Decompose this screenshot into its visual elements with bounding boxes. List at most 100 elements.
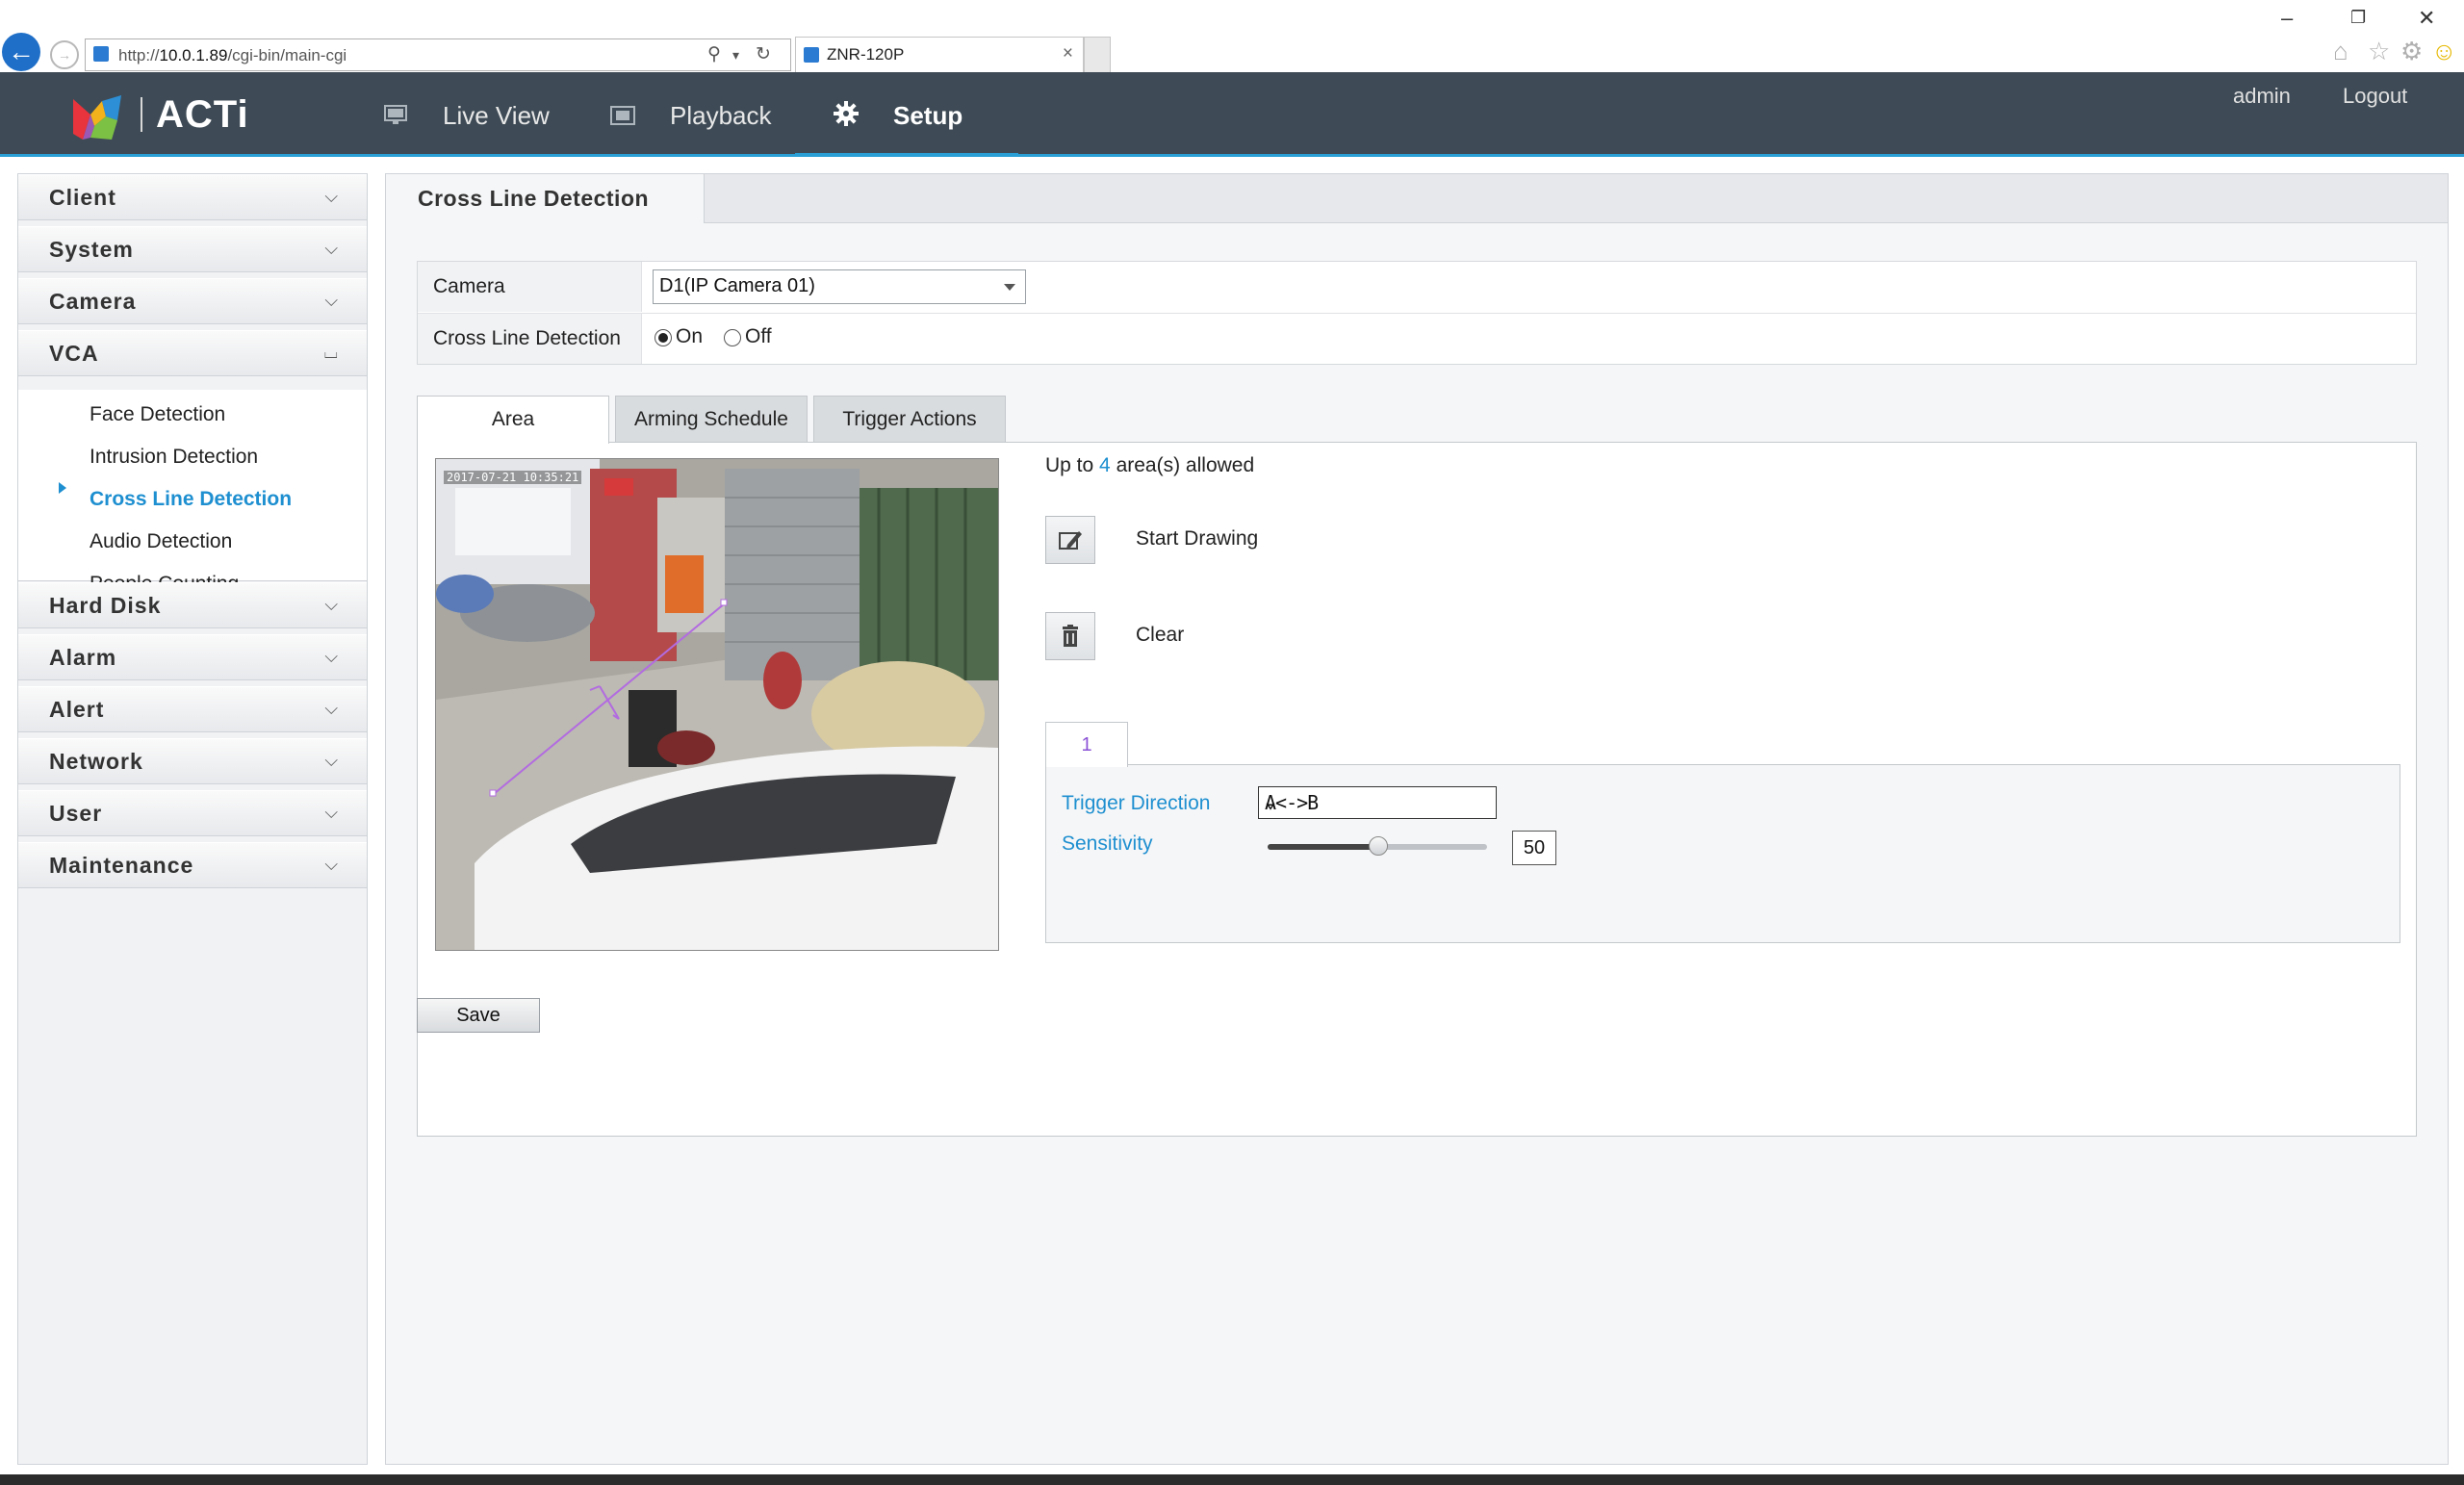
video-timestamp: 2017-07-21 10:35:21: [444, 471, 582, 484]
sidebar-group-maintenance[interactable]: Maintenance ⌵: [18, 842, 367, 888]
area-tab-panel: 2017-07-21 10:35:21 Up to 4 area(s) allo…: [417, 442, 2417, 1137]
area-limit-text: Up to 4 area(s) allowed: [1045, 454, 1254, 477]
radio-on[interactable]: [654, 329, 672, 346]
sidebar-item-audio-detection[interactable]: Audio Detection: [90, 530, 232, 553]
browser-tab[interactable]: ZNR-120P ×: [795, 37, 1084, 72]
sidebar-group-user[interactable]: User ⌵: [18, 790, 367, 836]
logo-text: ACTi: [156, 93, 249, 136]
search-icon[interactable]: ⚲: [707, 43, 721, 65]
area-tab-1[interactable]: 1: [1045, 722, 1128, 767]
minimize-icon[interactable]: –: [2281, 6, 2293, 31]
chevron-double-down-icon: ⌵: [324, 803, 338, 822]
cld-label-cell: Cross Line Detection: [418, 314, 642, 364]
cld-label: Cross Line Detection: [433, 327, 621, 349]
back-arrow-icon[interactable]: ←: [2, 33, 40, 71]
sidebar-group-network[interactable]: Network ⌵: [18, 738, 367, 784]
area-info-prefix: Up to: [1045, 454, 1094, 476]
logout-link[interactable]: Logout: [2343, 84, 2407, 109]
chevron-double-down-icon: ⌵: [324, 699, 338, 718]
chevron-double-down-icon: ⌵: [324, 595, 338, 614]
radio-off-label: Off: [745, 325, 772, 347]
tab-area[interactable]: Area: [417, 396, 609, 444]
tab-arming-schedule-label: Arming Schedule: [634, 408, 788, 430]
site-favicon-icon: [93, 46, 109, 62]
logo-separator: [141, 97, 142, 132]
logo-mark-icon: [73, 95, 121, 140]
sidebar-group-label: Alert: [49, 697, 105, 722]
sidebar-group-client[interactable]: Client ⌵: [18, 174, 367, 220]
sidebar-group-label: System: [49, 237, 134, 262]
home-icon[interactable]: ⌂: [2333, 37, 2348, 66]
tab-close-icon[interactable]: ×: [1063, 43, 1073, 64]
taskbar-edge: [0, 1474, 2464, 1485]
close-window-icon[interactable]: ✕: [2418, 6, 2435, 31]
feedback-smiley-icon[interactable]: ☺: [2431, 37, 2457, 66]
settings-gear-icon[interactable]: ⚙: [2400, 37, 2423, 66]
main-panel: Cross Line Detection Camera D1(IP Camera…: [385, 173, 2449, 1465]
acti-logo: ACTi: [67, 90, 260, 143]
chevron-double-down-icon: ⌵: [324, 239, 338, 258]
username-label: admin: [2233, 84, 2291, 108]
area-tab-1-label: 1: [1081, 734, 1092, 755]
trigger-direction-select[interactable]: A<->B ⌄: [1258, 786, 1497, 819]
sidebar-group-hard-disk[interactable]: Hard Disk ⌵: [18, 582, 367, 628]
sidebar-group-label: Network: [49, 749, 143, 774]
camera-select-value: D1(IP Camera 01): [659, 275, 815, 296]
chevron-double-down-icon: ⌵: [324, 187, 338, 206]
area-tabs: 1: [1045, 722, 2399, 767]
camera-label-cell: Camera: [418, 262, 642, 312]
sidebar-item-face-detection[interactable]: Face Detection: [90, 403, 225, 426]
sidebar-group-label: Maintenance: [49, 853, 194, 878]
tab-trigger-actions[interactable]: Trigger Actions: [813, 396, 1006, 443]
sidebar-group-alarm[interactable]: Alarm ⌵: [18, 634, 367, 680]
sensitivity-label: Sensitivity: [1062, 832, 1153, 855]
radio-off[interactable]: [724, 329, 741, 346]
dropdown-caret-icon[interactable]: ▾: [732, 47, 739, 64]
sidebar-group-camera[interactable]: Camera ⌵: [18, 278, 367, 324]
sidebar-group-system[interactable]: System ⌵: [18, 226, 367, 272]
sidebar-item-intrusion-detection[interactable]: Intrusion Detection: [90, 446, 258, 469]
sidebar-group-vca[interactable]: VCA ⌴: [18, 330, 367, 376]
start-drawing-label[interactable]: Start Drawing: [1136, 527, 1258, 550]
sidebar: Client ⌵ System ⌵ Camera ⌵ VCA ⌴ Face De…: [17, 173, 368, 1465]
sensitivity-slider-thumb[interactable]: [1369, 836, 1388, 856]
url-text: http://10.0.1.89/cgi-bin/main-cgi: [118, 46, 347, 64]
active-item-arrow-icon: [59, 482, 66, 494]
restore-icon[interactable]: ❐: [2350, 8, 2366, 28]
clear-button[interactable]: [1045, 612, 1095, 660]
refresh-icon[interactable]: ↻: [756, 43, 771, 65]
page-tabbar: Cross Line Detection: [386, 174, 2448, 223]
tab-arming-schedule[interactable]: Arming Schedule: [615, 396, 808, 443]
camera-label: Camera: [433, 275, 505, 297]
sensitivity-slider[interactable]: [1268, 836, 1487, 856]
sidebar-group-label: User: [49, 801, 103, 826]
favorites-star-icon[interactable]: ☆: [2368, 37, 2390, 66]
tab-title: ZNR-120P: [827, 45, 905, 64]
chevron-double-down-icon: ⌵: [324, 291, 338, 310]
area-info-suffix: area(s) allowed: [1116, 454, 1255, 476]
camera-select[interactable]: D1(IP Camera 01): [653, 269, 1026, 304]
trash-icon: [1063, 625, 1078, 647]
start-drawing-button[interactable]: [1045, 516, 1095, 564]
chevron-double-down-icon: ⌵: [324, 855, 338, 874]
trigger-direction-label: Trigger Direction: [1062, 792, 1211, 814]
clear-label[interactable]: Clear: [1136, 624, 1184, 647]
save-button[interactable]: Save: [417, 998, 540, 1033]
sidebar-item-cross-line-detection[interactable]: Cross Line Detection: [90, 488, 292, 511]
page-title-tab[interactable]: Cross Line Detection: [386, 174, 705, 223]
camera-video-preview[interactable]: 2017-07-21 10:35:21: [435, 458, 999, 951]
address-bar[interactable]: http://10.0.1.89/cgi-bin/main-cgi ⚲ ▾ ↻: [85, 38, 791, 71]
forward-arrow-icon[interactable]: →: [50, 40, 79, 69]
chevron-double-down-icon: ⌵: [324, 751, 338, 770]
chevron-double-up-icon: ⌴: [323, 343, 338, 362]
sensitivity-input-value: 50: [1523, 837, 1546, 858]
cross-line-detection-row: Cross Line Detection On Off: [418, 313, 2416, 364]
monitor-icon: [384, 105, 407, 124]
browser-chrome: ← → http://10.0.1.89/cgi-bin/main-cgi ⚲ …: [0, 0, 2464, 73]
area-settings-box: Trigger Direction A<->B ⌄ Sensitivity 50: [1045, 764, 2400, 943]
sidebar-group-alert[interactable]: Alert ⌵: [18, 686, 367, 732]
tab-trigger-actions-label: Trigger Actions: [842, 408, 977, 430]
sidebar-group-label: Client: [49, 185, 116, 210]
new-tab-button[interactable]: [1084, 37, 1111, 73]
sensitivity-input[interactable]: 50: [1512, 831, 1556, 865]
